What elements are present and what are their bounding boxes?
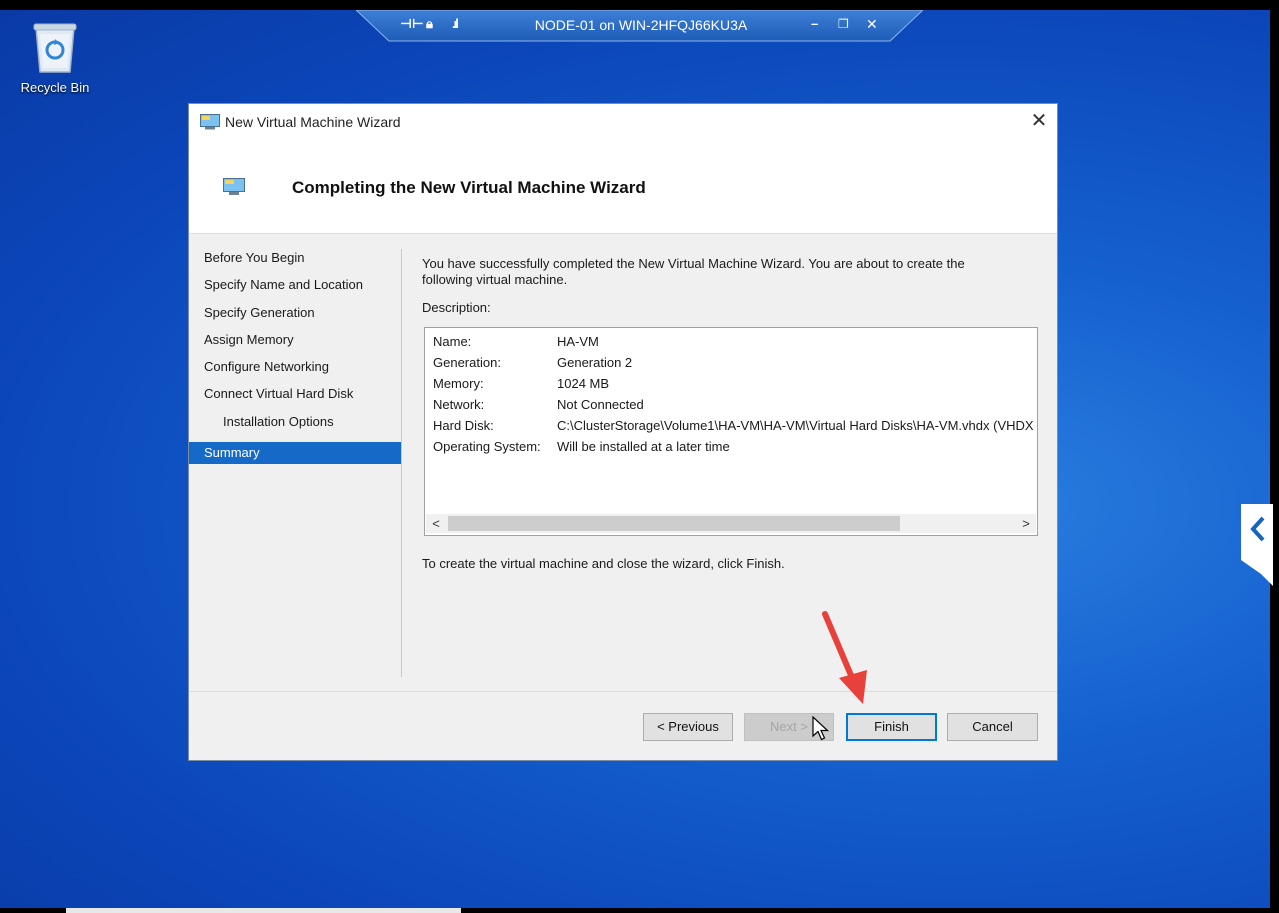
cancel-button[interactable]: Cancel [947,713,1038,741]
description-key: Operating System: [433,439,541,454]
step-installation-options[interactable]: Installation Options [189,412,401,439]
step-specify-generation[interactable]: Specify Generation [189,303,401,330]
recycle-bin[interactable]: Recycle Bin [14,20,96,95]
scroll-left-icon[interactable]: < [426,514,446,533]
step-assign-memory[interactable]: Assign Memory [189,330,401,357]
intro-text: You have successfully completed the New … [422,256,965,287]
step-summary[interactable]: Summary [189,442,401,465]
scroll-right-icon[interactable]: > [1016,514,1036,533]
description-key: Hard Disk: [433,418,494,433]
previous-button[interactable]: < Previous [643,713,733,741]
taskbar-strip [66,908,461,913]
description-value: HA-VM [557,334,599,349]
nav-divider [401,249,402,677]
description-value: Not Connected [557,397,644,412]
scroll-thumb[interactable] [448,516,900,531]
summary-content: You have successfully completed the New … [422,256,1012,288]
description-key: Memory: [433,376,484,391]
signal-icon[interactable]: .ıl [452,16,459,32]
step-connect-virtual-hard-disk[interactable]: Connect Virtual Hard Disk [189,384,401,411]
rdp-title: NODE-01 on WIN-2HFQJ66KU3A [534,17,748,33]
recycle-bin-label: Recycle Bin [20,80,90,95]
description-key: Name: [433,334,472,349]
description-label: Description: [422,300,491,315]
mouse-cursor-icon [812,716,830,741]
description-value: Generation 2 [557,355,633,370]
dialog-title: New Virtual Machine Wizard [225,114,401,130]
recycle-bin-icon [33,23,77,73]
minimize-icon[interactable]: – [811,16,818,32]
description-value: 1024 MB [557,376,610,391]
step-specify-name-location[interactable]: Specify Name and Location [189,275,401,302]
step-before-you-begin[interactable]: Before You Begin [189,248,401,275]
description-key: Generation: [433,355,501,370]
close-icon[interactable]: ✕ [866,16,878,32]
description-key: Network: [433,397,485,412]
new-vm-wizard-dialog: New Virtual Machine Wizard ✕ Completing … [188,103,1058,761]
step-configure-networking[interactable]: Configure Networking [189,357,401,384]
horizontal-scrollbar[interactable]: < > [426,514,1036,533]
dialog-close-button[interactable]: ✕ [1027,111,1051,133]
description-value: Will be installed at a later time [557,439,730,454]
description-value: C:\ClusterStorage\Volume1\HA-VM\HA-VM\Vi… [557,418,1034,433]
footer-divider [189,691,1057,692]
restore-icon[interactable]: ❐ [838,16,849,32]
finish-button[interactable]: Finish [846,713,937,741]
side-panel-tab[interactable] [1241,504,1273,586]
close-icon: ✕ [1030,110,1048,132]
page-title: Completing the New Virtual Machine Wizar… [292,178,646,197]
wizard-header: New Virtual Machine Wizard ✕ Completing … [189,104,1057,234]
wizard-steps-nav: Before You Begin Specify Name and Locati… [189,248,401,465]
finish-instructions: To create the virtual machine and close … [422,556,785,571]
remote-desktop-bar: ⊣⊢ 🔒︎ .ıl NODE-01 on WIN-2HFQJ66KU3A – ❐… [356,10,923,42]
vm-window-icon [200,114,220,130]
vm-header-icon [223,178,245,195]
lock-icon: 🔒︎ [426,16,433,31]
description-box[interactable]: Name: HA-VM Generation: Generation 2 Mem… [424,327,1038,536]
pin-icon[interactable]: ⊣⊢ [400,16,424,32]
annotation-arrow-icon [822,611,867,704]
